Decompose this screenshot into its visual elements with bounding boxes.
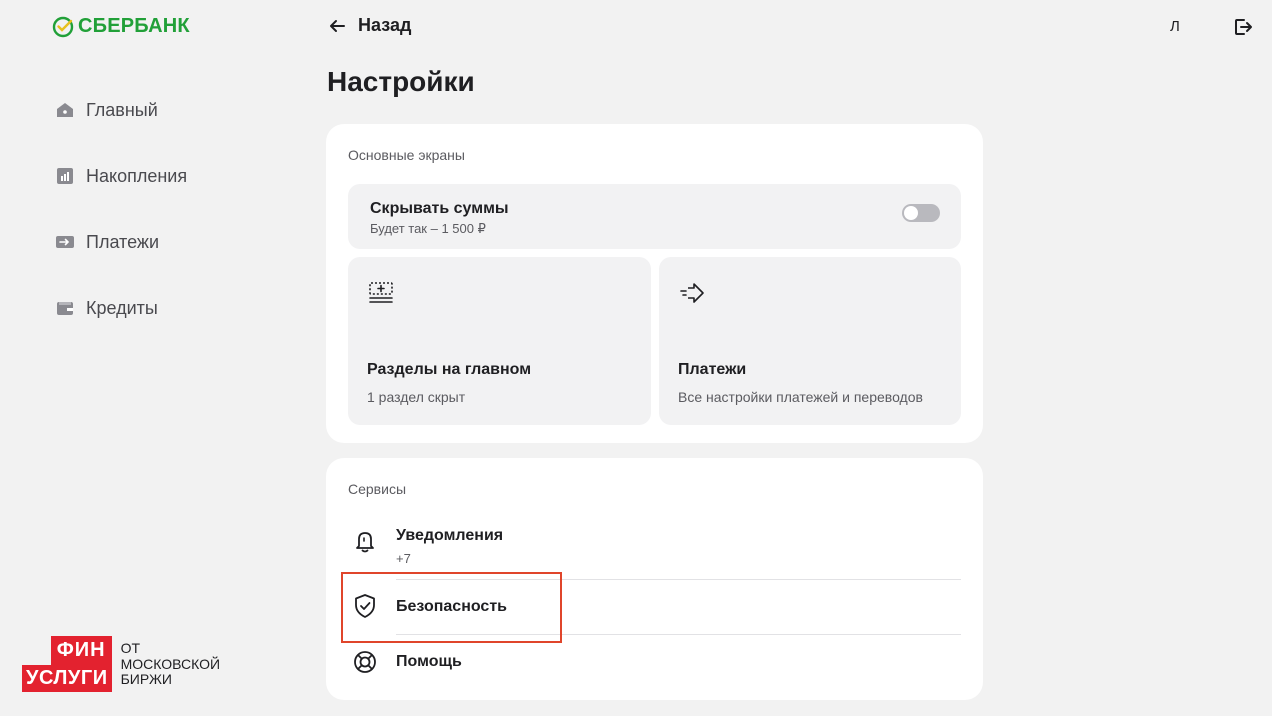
home-icon [56,101,74,119]
back-button[interactable]: Назад [328,15,411,36]
tile-subtitle: Все настройки платежей и переводов [678,389,923,405]
brand-name: СБЕРБАНК [78,15,190,37]
tile-home-sections[interactable]: Разделы на главном 1 раздел скрыт [348,257,651,425]
sections-icon [369,282,393,303]
logout-icon [1235,19,1252,35]
bell-icon [356,532,374,553]
hide-amounts-row[interactable]: Скрывать суммы Будет так – 1 500 ₽ [348,184,961,249]
hide-amounts-label: Скрывать суммы [370,200,509,217]
finuslugi-line1: ФИН [50,636,112,665]
sidebar-item-label: Кредиты [86,297,158,318]
section-title: Сервисы [348,481,407,497]
arrow-left-icon [330,19,345,32]
service-label: Уведомления [396,527,504,544]
finuslugi-line2: УСЛУГИ [22,665,112,692]
tile-payments[interactable]: Платежи Все настройки платежей и перевод… [659,257,961,425]
main-screens-card: Основные экраны Скрывать суммы Будет так… [326,124,983,443]
payments-arrow-icon [680,283,704,303]
service-help[interactable]: Помощь [348,635,961,690]
sber-logo-icon [52,16,74,37]
finuslugi-caption: ОТ МОСКОВСКОЙ БИРЖИ [121,636,220,688]
sidebar-item-label: Накопления [86,165,188,186]
sberbank-logo[interactable]: СБЕРБАНК [52,15,190,38]
page-title: Настройки [327,66,475,97]
finuslugi-caption-3: БИРЖИ [120,671,172,687]
service-label: Безопасность [396,598,507,615]
hide-amounts-toggle[interactable] [902,204,940,222]
service-security[interactable]: Безопасность [348,580,961,635]
logout-button[interactable] [1233,17,1253,42]
sidebar-nav: Главный Накопления Платежи Кредиты [56,96,187,360]
tile-title: Платежи [678,361,747,378]
hide-amounts-hint: Будет так – 1 500 ₽ [370,221,486,236]
lifebuoy-icon [354,651,376,673]
wallet-icon [56,299,74,317]
sidebar-item-label: Платежи [86,231,160,252]
tile-title: Разделы на главном [367,361,532,378]
section-title: Основные экраны [348,147,465,163]
shield-check-icon [355,594,375,618]
transfer-icon [56,233,74,251]
chart-icon [56,167,74,185]
service-notifications[interactable]: Уведомления +7 [348,520,961,580]
sidebar-item-payments[interactable]: Платежи [56,228,187,256]
sidebar-item-savings[interactable]: Накопления [56,162,187,190]
tile-subtitle: 1 раздел скрыт [367,389,466,405]
sidebar-item-main[interactable]: Главный [56,96,187,124]
user-avatar[interactable]: Л [1170,18,1180,35]
toggle-knob [904,206,918,220]
finuslugi-caption-1: ОТ [120,640,141,656]
service-label: Помощь [396,653,462,670]
sidebar-item-credits[interactable]: Кредиты [56,294,187,322]
finuslugi-logo: ФИН УСЛУГИ [22,636,112,692]
service-sub: +7 [396,551,411,566]
finuslugi-caption-2: МОСКОВСКОЙ [120,655,221,672]
services-card: Сервисы Уведомления +7 Безопасность Помо… [326,458,983,700]
back-label: Назад [358,15,412,35]
sidebar-item-label: Главный [86,99,158,120]
finuslugi-badge: ФИН УСЛУГИ ОТ МОСКОВСКОЙ БИРЖИ [22,636,220,692]
